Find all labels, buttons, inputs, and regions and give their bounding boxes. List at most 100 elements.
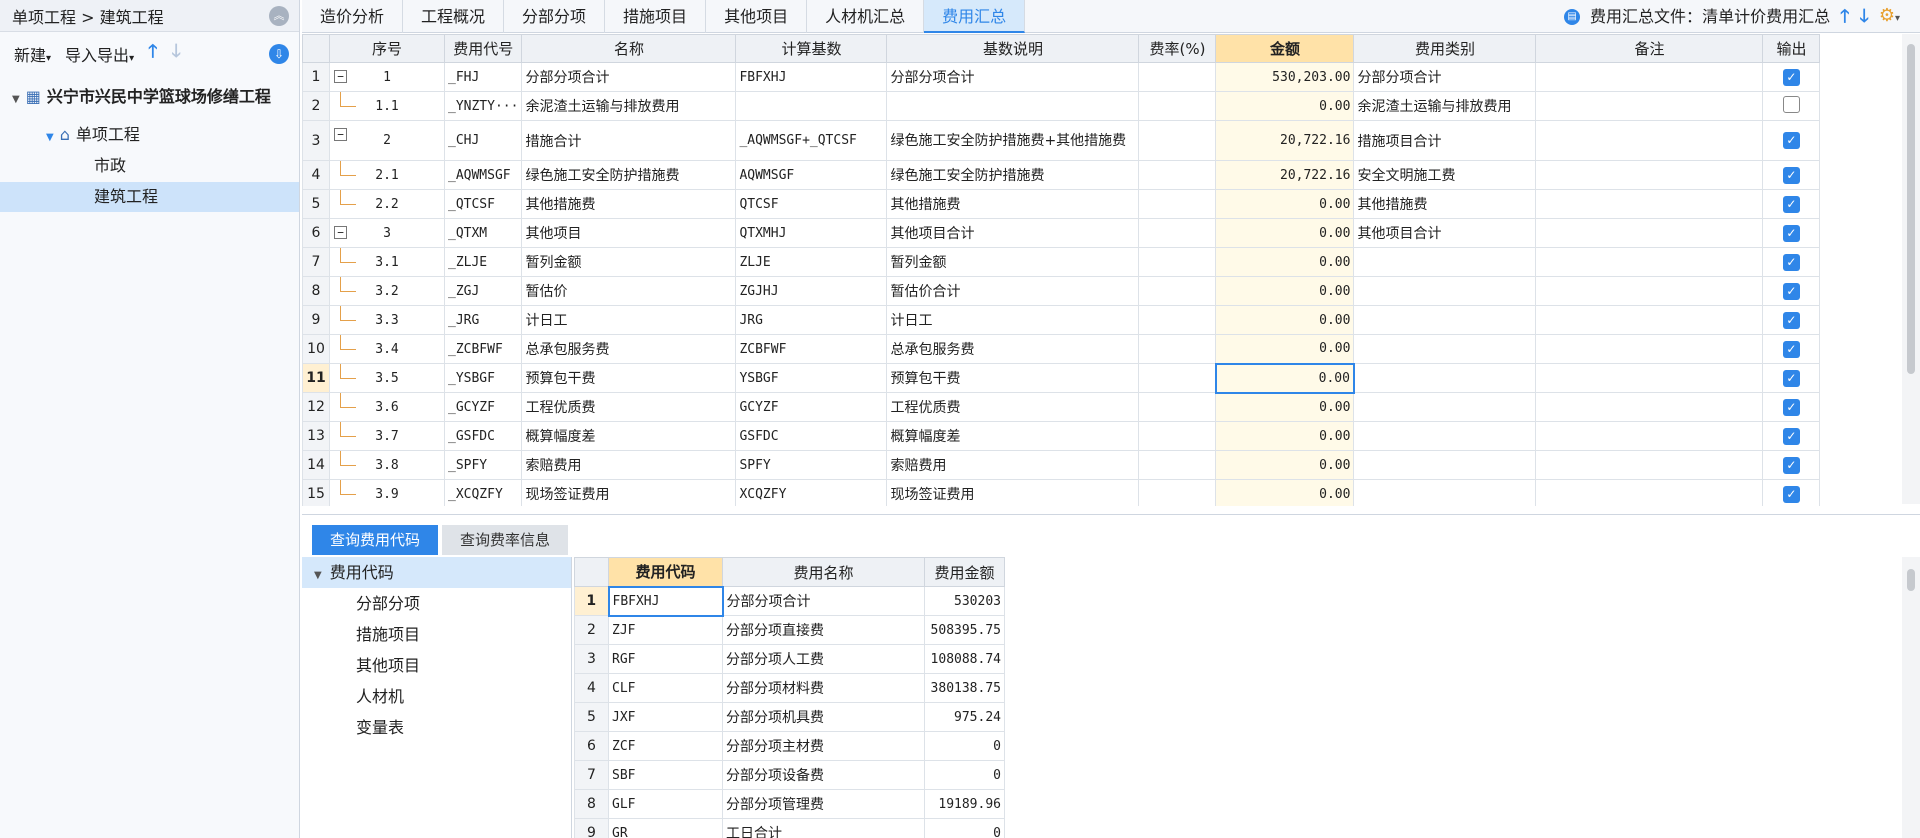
cell-category[interactable] [1353, 450, 1537, 480]
cell-code[interactable]: _QTXM [443, 218, 523, 248]
cell-rate[interactable] [1138, 91, 1217, 121]
output-checkbox[interactable]: ✓ [1782, 456, 1800, 474]
cell-amount[interactable]: 0.00 [1215, 479, 1355, 506]
column-header[interactable]: 备注 [1535, 34, 1764, 63]
cell-amount[interactable]: 0 [924, 731, 1005, 761]
cell-name[interactable]: 分部分项人工费 [722, 644, 925, 674]
cell-rate[interactable] [1138, 247, 1217, 277]
cell-name[interactable]: 其他项目 [521, 218, 737, 248]
cell-note[interactable] [1535, 421, 1764, 451]
cell-note[interactable] [1535, 218, 1764, 248]
cell-rate[interactable] [1138, 120, 1217, 161]
cell-amount[interactable]: 0.00 [1215, 189, 1355, 219]
cell-note[interactable] [1535, 479, 1764, 506]
cell-name[interactable]: 索赔费用 [521, 450, 737, 480]
row-number[interactable]: 15 [302, 479, 330, 506]
column-header[interactable]: 名称 [521, 34, 737, 63]
cell-code[interactable]: _ZGJ [443, 276, 523, 306]
tree-node-municipal[interactable]: 市政 [0, 151, 299, 181]
cell-output[interactable]: ✓ [1762, 363, 1821, 393]
cell-output[interactable]: ✓ [1762, 392, 1821, 422]
table-row[interactable]: 6−3 _QTXM 其他项目 QTXMHJ 其他项目合计 0.00 其他项目合计 ✓ [302, 218, 1821, 248]
table-row[interactable]: 9 3.3 _JRG 计日工 JRG 计日工 0.00 ✓ [302, 305, 1821, 335]
tree-node-variables[interactable]: 变量表 [302, 712, 571, 743]
cell-code[interactable]: _JRG [443, 305, 523, 335]
cell-amount[interactable]: 0.00 [1215, 247, 1355, 277]
cell-code[interactable]: _GSFDC [443, 421, 523, 451]
cell-code[interactable]: _GCYZF [443, 392, 523, 422]
cell-amount[interactable]: 19189.96 [924, 789, 1005, 819]
cell-rate[interactable] [1138, 62, 1217, 92]
column-header[interactable]: 费用名称 [722, 557, 925, 587]
cell-seq[interactable]: 3.8 [329, 450, 445, 480]
row-number[interactable]: 5 [574, 702, 609, 732]
cell-name[interactable]: 概算幅度差 [521, 421, 737, 451]
cell-base-desc[interactable]: 概算幅度差 [886, 421, 1140, 451]
cell-code[interactable]: ZCF [608, 731, 723, 761]
collapse-toggle-icon[interactable]: − [334, 226, 347, 239]
cell-base[interactable]: YSBGF [735, 363, 888, 393]
cell-base[interactable]: _AQWMSGF+_QTCSF [735, 120, 888, 161]
row-number[interactable]: 8 [302, 276, 330, 306]
tab-cost-summary[interactable]: 费用汇总 [924, 0, 1026, 33]
output-checkbox[interactable] [1782, 95, 1800, 113]
cell-code[interactable]: _ZLJE [443, 247, 523, 277]
output-checkbox[interactable]: ✓ [1782, 398, 1800, 416]
cell-code[interactable]: GR [608, 818, 723, 838]
tab-query-cost-code[interactable]: 查询费用代码 [312, 525, 439, 555]
cell-name[interactable]: 分部分项管理费 [722, 789, 925, 819]
cell-base[interactable]: SPFY [735, 450, 888, 480]
collapse-toggle-icon[interactable]: − [334, 70, 347, 83]
output-checkbox[interactable]: ✓ [1782, 485, 1800, 503]
cell-code[interactable]: _FHJ [443, 62, 523, 92]
cell-name[interactable]: 分部分项设备费 [722, 760, 925, 790]
cell-note[interactable] [1535, 160, 1764, 190]
main-vertical-scrollbar[interactable] [1902, 34, 1920, 504]
cell-seq[interactable]: 3.6 [329, 392, 445, 422]
cell-category[interactable] [1353, 305, 1537, 335]
row-number[interactable]: 6 [302, 218, 330, 248]
output-checkbox[interactable]: ✓ [1782, 224, 1800, 242]
tab-sub-items[interactable]: 分部分项 [504, 0, 606, 33]
cell-name[interactable]: 分部分项合计 [521, 62, 737, 92]
cell-code[interactable]: CLF [608, 673, 723, 703]
cell-seq[interactable]: 2.1 [329, 160, 445, 190]
cell-rate[interactable] [1138, 218, 1217, 248]
cell-name[interactable]: 工日合计 [722, 818, 925, 838]
cell-base-desc[interactable]: 绿色施工安全防护措施费+其他措施费 [886, 120, 1140, 161]
output-checkbox[interactable]: ✓ [1782, 311, 1800, 329]
cell-code[interactable]: _YNZTY··· [443, 91, 523, 121]
row-number[interactable]: 1 [302, 62, 330, 92]
cell-amount[interactable]: 0.00 [1215, 305, 1355, 335]
column-header[interactable]: 费用代号 [443, 34, 523, 63]
cell-base-desc[interactable]: 其他措施费 [886, 189, 1140, 219]
cell-seq[interactable]: 1.1 [329, 91, 445, 121]
cell-rate[interactable] [1138, 276, 1217, 306]
cell-seq[interactable]: 3.4 [329, 334, 445, 364]
cell-code[interactable]: _ZCBFWF [443, 334, 523, 364]
cell-seq[interactable]: 3.3 [329, 305, 445, 335]
cell-base-desc[interactable]: 绿色施工安全防护措施费 [886, 160, 1140, 190]
row-number[interactable]: 1 [574, 586, 609, 616]
cell-note[interactable] [1535, 247, 1764, 277]
new-button[interactable]: 新建▾ [14, 42, 51, 66]
cell-code[interactable]: ZJF [608, 615, 723, 645]
column-header[interactable]: 费用金额 [924, 557, 1005, 587]
cell-amount[interactable]: 0.00 [1214, 362, 1355, 394]
row-number[interactable]: 3 [574, 644, 609, 674]
cell-code[interactable]: _CHJ [443, 120, 523, 161]
cell-amount[interactable]: 0.00 [1215, 334, 1355, 364]
output-checkbox[interactable]: ✓ [1782, 369, 1800, 387]
cell-name[interactable]: 绿色施工安全防护措施费 [521, 160, 737, 190]
table-row[interactable]: 10 3.4 _ZCBFWF 总承包服务费 ZCBFWF 总承包服务费 0.00 ✓ [302, 334, 1821, 364]
table-row[interactable]: 1−1 _FHJ 分部分项合计 FBFXHJ 分部分项合计 530,203.00 分部分项合… [302, 62, 1821, 92]
table-row[interactable]: 14 3.8 _SPFY 索赔费用 SPFY 索赔费用 0.00 ✓ [302, 450, 1821, 480]
cell-rate[interactable] [1138, 334, 1217, 364]
row-number[interactable]: 2 [302, 91, 330, 121]
cell-rate[interactable] [1138, 421, 1217, 451]
table-row[interactable]: 5 JXF 分部分项机具费 975.24 [574, 702, 1005, 732]
cell-base[interactable]: XCQZFY [735, 479, 888, 506]
output-checkbox[interactable]: ✓ [1782, 166, 1800, 184]
cell-category[interactable] [1353, 479, 1537, 506]
cell-base[interactable]: QTXMHJ [735, 218, 888, 248]
